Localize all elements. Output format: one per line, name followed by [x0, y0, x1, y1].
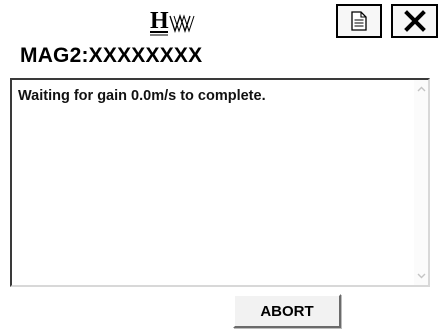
svg-text:H: H — [150, 8, 169, 34]
scroll-up-button[interactable] — [414, 82, 428, 96]
close-button[interactable] — [391, 4, 438, 38]
chevron-up-icon — [417, 86, 425, 92]
status-message: Waiting for gain 0.0m/s to complete. — [18, 88, 266, 104]
brand-logo: H — [150, 8, 195, 36]
scroll-down-button[interactable] — [414, 269, 428, 283]
message-log[interactable]: Waiting for gain 0.0m/s to complete. — [10, 78, 430, 287]
close-icon — [403, 10, 426, 32]
abort-button[interactable]: ABORT — [233, 294, 341, 328]
gain-wait-dialog: H MAG2:XXXXXXXX Waiting for gain 0.0m/s … — [0, 0, 440, 332]
log-button[interactable] — [336, 4, 382, 38]
device-title: MAG2:XXXXXXXX — [20, 44, 203, 67]
document-icon — [351, 11, 367, 31]
chevron-down-icon — [417, 273, 425, 279]
vertical-scrollbar[interactable] — [414, 80, 428, 285]
